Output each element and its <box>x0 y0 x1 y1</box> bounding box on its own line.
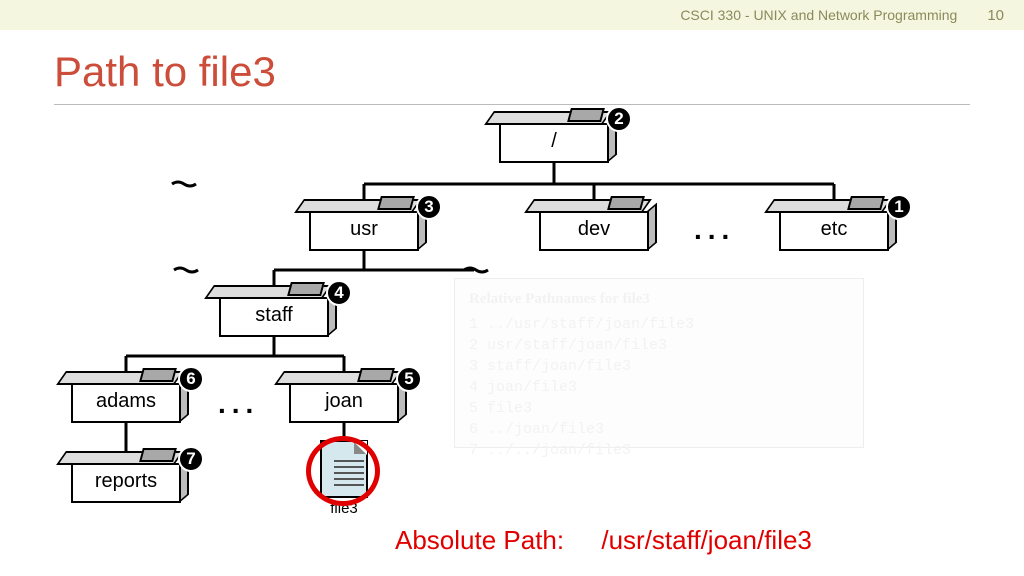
ellipsis-icon: ... <box>694 214 735 246</box>
relative-path-row: 2 usr/staff/joan/file3 <box>469 335 849 356</box>
absolute-path-label: Absolute Path: <box>395 525 564 555</box>
highlight-circle <box>306 436 380 506</box>
course-title: CSCI 330 - UNIX and Network Programming <box>680 7 957 23</box>
folder-staff: staff <box>219 282 329 342</box>
relative-path-row: 4 joan/file3 <box>469 377 849 398</box>
folder-root: / <box>499 108 609 168</box>
page-number: 10 <box>987 7 1004 24</box>
relative-paths-heading: Relative Pathnames for file3 <box>469 289 849 310</box>
folder-label: reports <box>71 470 181 493</box>
relative-path-row: 6 ../joan/file3 <box>469 419 849 440</box>
folder-etc: etc <box>779 196 889 256</box>
folder-label: joan <box>289 390 399 413</box>
folder-dev: dev <box>539 196 649 256</box>
folder-label: usr <box>309 218 419 241</box>
folder-adams: adams <box>71 368 181 428</box>
relative-path-row: 3 staff/joan/file3 <box>469 356 849 377</box>
badge-joan: 5 <box>396 366 422 392</box>
relative-path-row: 5 file3 <box>469 398 849 419</box>
badge-usr: 3 <box>416 194 442 220</box>
folder-label: adams <box>71 390 181 413</box>
filesystem-diagram: Relative Pathnames for file3 1 ../usr/st… <box>54 120 974 540</box>
badge-adams: 6 <box>178 366 204 392</box>
ellipsis-icon: ... <box>218 388 259 420</box>
absolute-path-value: /usr/staff/joan/file3 <box>601 525 812 555</box>
badge-root: 2 <box>606 106 632 132</box>
folder-label: etc <box>779 218 889 241</box>
relative-path-row: 1 ../usr/staff/joan/file3 <box>469 314 849 335</box>
relative-paths-box: Relative Pathnames for file3 1 ../usr/st… <box>454 278 864 448</box>
folder-usr: usr <box>309 196 419 256</box>
slide-title: Path to file3 <box>54 48 1024 96</box>
slide-header: CSCI 330 - UNIX and Network Programming … <box>0 0 1024 30</box>
title-underline <box>54 104 970 105</box>
folder-label: staff <box>219 304 329 327</box>
badge-staff: 4 <box>326 280 352 306</box>
relative-path-row: 7 ../../joan/file3 <box>469 440 849 461</box>
folder-label: / <box>499 130 609 153</box>
folder-reports: reports <box>71 448 181 508</box>
folder-joan: joan <box>289 368 399 428</box>
absolute-path-line: Absolute Path: /usr/staff/joan/file3 <box>395 525 812 556</box>
badge-reports: 7 <box>178 446 204 472</box>
folder-label: dev <box>539 218 649 241</box>
badge-etc: 1 <box>886 194 912 220</box>
